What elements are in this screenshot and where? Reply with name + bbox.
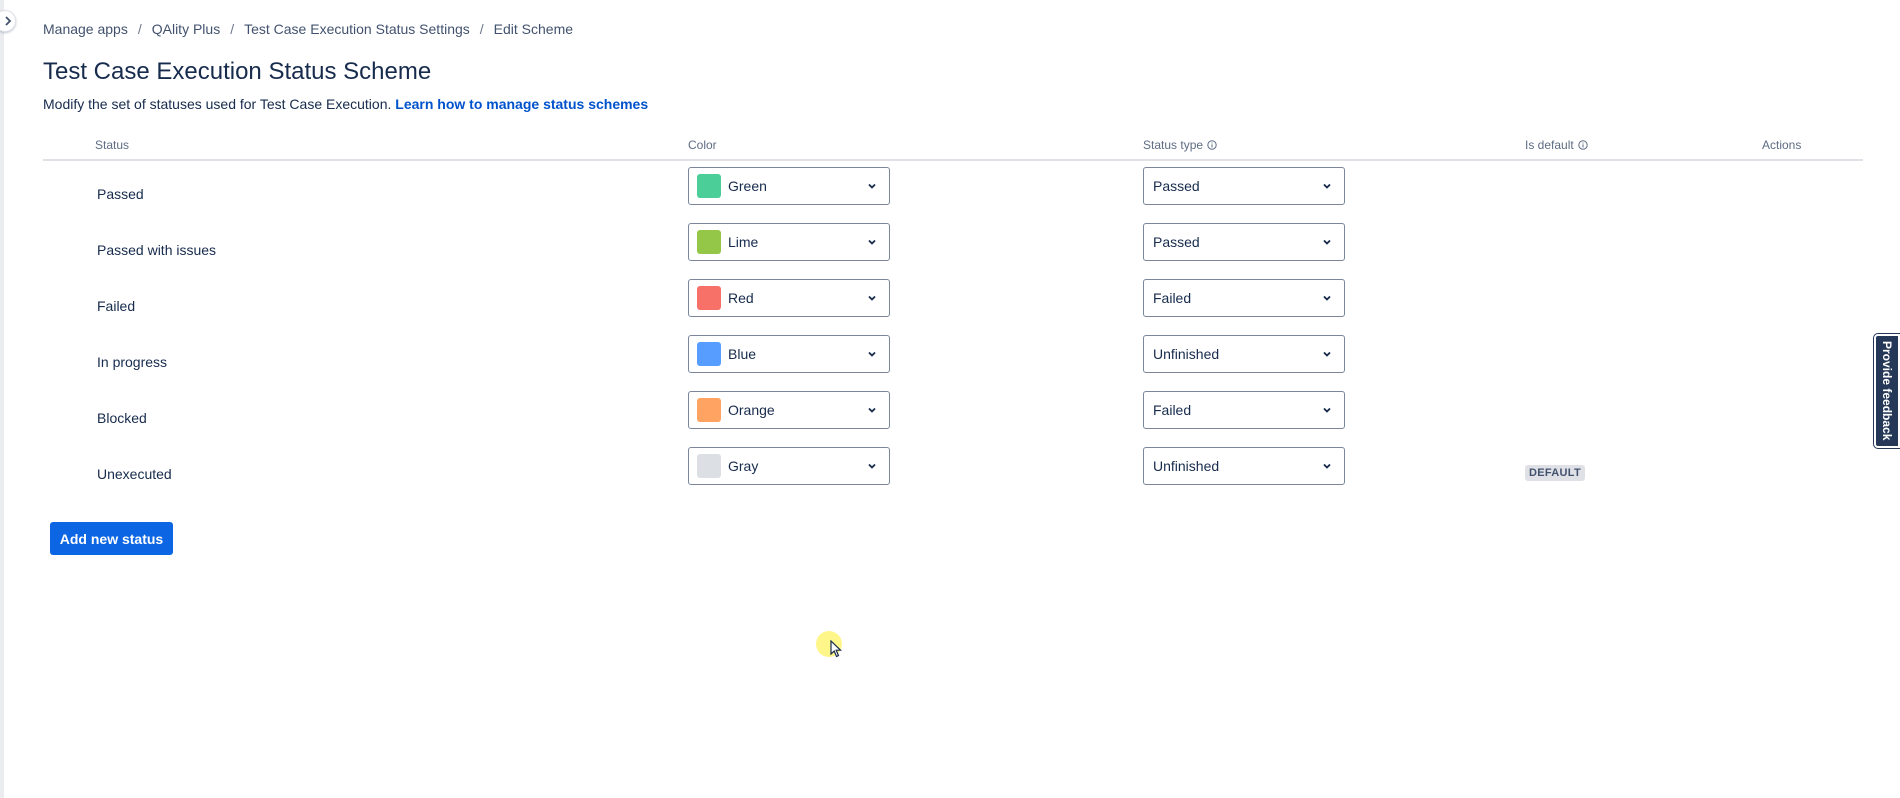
status-type-value: Passed	[1153, 234, 1200, 250]
provide-feedback-tab[interactable]: Provide feedback	[1874, 334, 1900, 448]
chevron-down-icon	[868, 183, 876, 189]
color-swatch	[697, 286, 721, 310]
status-name: Passed	[97, 186, 144, 202]
color-select-value: Red	[728, 290, 754, 306]
add-new-status-button[interactable]: Add new status	[50, 522, 173, 555]
chevron-down-icon	[1323, 351, 1331, 357]
table-row: Passed Green Passed	[43, 166, 1863, 222]
chevron-down-icon	[1323, 407, 1331, 413]
table-row: Passed with issues Lime Passed	[43, 222, 1863, 278]
header-actions-label: Actions	[1762, 138, 1802, 152]
chevron-right-icon	[5, 16, 12, 26]
color-select[interactable]: Red	[688, 279, 890, 317]
info-icon[interactable]	[1578, 140, 1588, 150]
mouse-pointer-icon	[830, 640, 842, 658]
color-swatch	[697, 342, 721, 366]
color-select-value: Green	[728, 178, 767, 194]
status-type-select[interactable]: Failed	[1143, 279, 1345, 317]
table-header: Status Color Status type Is default Acti…	[43, 135, 1863, 161]
color-select[interactable]: Gray	[688, 447, 890, 485]
header-is-default: Is default	[1525, 138, 1588, 152]
header-status-type: Status type	[1143, 138, 1217, 152]
breadcrumb-manage-apps[interactable]: Manage apps	[43, 21, 128, 37]
breadcrumb-edit-scheme[interactable]: Edit Scheme	[494, 21, 573, 37]
left-sidebar-rail	[0, 0, 4, 798]
default-badge: DEFAULT	[1525, 465, 1586, 481]
color-swatch	[697, 454, 721, 478]
status-type-value: Passed	[1153, 178, 1200, 194]
color-swatch	[697, 230, 721, 254]
chevron-down-icon	[868, 407, 876, 413]
status-type-select[interactable]: Passed	[1143, 167, 1345, 205]
status-type-value: Failed	[1153, 402, 1192, 418]
color-swatch	[697, 398, 721, 422]
breadcrumb-separator: /	[230, 21, 235, 37]
chevron-down-icon	[1323, 295, 1331, 301]
breadcrumb: Manage apps / QAlity Plus / Test Case Ex…	[43, 21, 573, 37]
status-name: Failed	[97, 298, 136, 314]
header-status: Status	[95, 138, 129, 152]
status-type-select[interactable]: Passed	[1143, 223, 1345, 261]
chevron-down-icon	[868, 295, 876, 301]
provide-feedback-label: Provide feedback	[1880, 341, 1894, 441]
expand-sidebar-button[interactable]	[0, 10, 16, 32]
status-type-value: Failed	[1153, 290, 1192, 306]
color-swatch	[697, 174, 721, 198]
color-select[interactable]: Blue	[688, 335, 890, 373]
status-type-select[interactable]: Unfinished	[1143, 335, 1345, 373]
status-type-select[interactable]: Unfinished	[1143, 447, 1345, 485]
breadcrumb-qality-plus[interactable]: QAlity Plus	[152, 21, 220, 37]
color-select[interactable]: Green	[688, 167, 890, 205]
breadcrumb-separator: /	[479, 21, 484, 37]
color-select[interactable]: Lime	[688, 223, 890, 261]
info-icon[interactable]	[1207, 140, 1217, 150]
status-name: In progress	[97, 354, 168, 370]
table-row: In progress Blue Unfinished	[43, 334, 1863, 390]
color-select-value: Lime	[728, 234, 759, 250]
status-name: Passed with issues	[97, 242, 217, 258]
chevron-down-icon	[868, 351, 876, 357]
color-select-value: Blue	[728, 346, 757, 362]
learn-how-link[interactable]: Learn how to manage status schemes	[395, 96, 648, 112]
status-name: Blocked	[97, 410, 147, 426]
page-title: Test Case Execution Status Scheme	[43, 58, 432, 85]
table-row: Unexecuted Gray Unfinished DEFAULT	[43, 446, 1863, 502]
header-color: Color	[688, 138, 717, 152]
header-status-type-label: Status type	[1143, 138, 1204, 152]
header-status-label: Status	[95, 138, 130, 152]
chevron-down-icon	[868, 463, 876, 469]
table-row: Failed Red Failed	[43, 278, 1863, 334]
color-select-value: Orange	[728, 402, 775, 418]
header-actions: Actions	[1762, 138, 1801, 152]
status-type-select[interactable]: Failed	[1143, 391, 1345, 429]
header-color-label: Color	[688, 138, 717, 152]
color-select[interactable]: Orange	[688, 391, 890, 429]
chevron-down-icon	[1323, 463, 1331, 469]
description-text: Modify the set of statuses used for Test…	[43, 96, 392, 112]
breadcrumb-status-settings[interactable]: Test Case Execution Status Settings	[244, 21, 470, 37]
color-select-value: Gray	[728, 458, 759, 474]
chevron-down-icon	[1323, 239, 1331, 245]
table-row: Blocked Orange Failed	[43, 390, 1863, 446]
status-name: Unexecuted	[97, 466, 172, 482]
chevron-down-icon	[868, 239, 876, 245]
header-is-default-label: Is default	[1525, 138, 1574, 152]
status-type-value: Unfinished	[1153, 458, 1220, 474]
breadcrumb-separator: /	[137, 21, 142, 37]
page-description: Modify the set of statuses used for Test…	[43, 96, 648, 112]
chevron-down-icon	[1323, 183, 1331, 189]
status-type-value: Unfinished	[1153, 346, 1220, 362]
